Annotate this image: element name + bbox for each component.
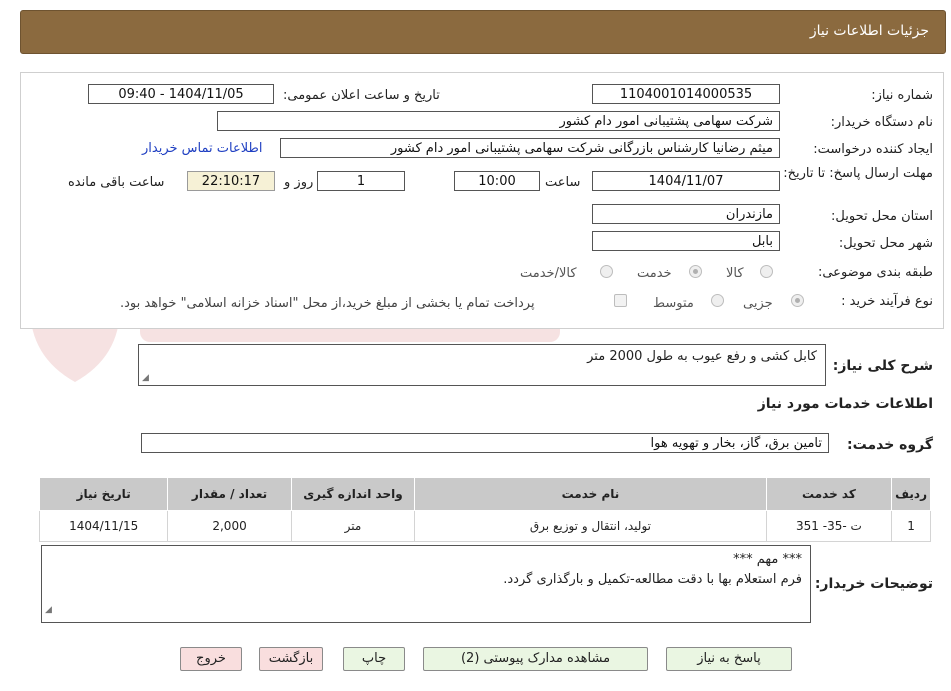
col-service-name: نام خدمت <box>414 477 767 511</box>
remaining-time-label: ساعت باقی مانده <box>68 175 165 190</box>
process-medium-radio[interactable] <box>711 294 724 307</box>
category-goods-label: کالا <box>726 266 744 281</box>
page-header: جزئیات اطلاعات نیاز <box>20 10 946 54</box>
col-service-code: کد خدمت <box>765 477 893 511</box>
deadline-time-label: ساعت <box>545 175 581 190</box>
cell-quantity: 2,000 <box>167 510 292 542</box>
category-goods-service-radio[interactable] <box>600 265 613 278</box>
cell-service-name: تولید، انتقال و توزیع برق <box>414 510 767 542</box>
cell-service-code: ت -35- 351 <box>765 510 893 542</box>
services-table: ردیف کد خدمت نام خدمت واحد اندازه گیری ت… <box>38 477 931 542</box>
service-group-label: گروه خدمت: <box>847 437 933 453</box>
page-title: جزئیات اطلاعات نیاز <box>809 23 929 39</box>
reply-button[interactable]: پاسخ به نیاز <box>666 647 792 671</box>
summary-textarea[interactable]: کابل کشی و رفع عیوب به طول 2000 متر ◢ <box>138 344 826 386</box>
process-type-label: نوع فرآیند خرید : <box>841 294 933 309</box>
process-medium-label: متوسط <box>653 296 694 311</box>
buyer-notes-line1: *** مهم *** <box>733 552 802 567</box>
services-section-title: اطلاعات خدمات مورد نیاز <box>757 396 933 412</box>
days-remaining-field: 1 <box>317 171 405 191</box>
buyer-contact-link[interactable]: اطلاعات تماس خریدار <box>142 141 262 156</box>
creator-label: ایجاد کننده درخواست: <box>813 142 933 157</box>
buyer-notes-textarea[interactable]: *** مهم *** فرم استعلام بها با دقت مطالع… <box>41 545 811 623</box>
category-label: طبقه بندی موضوعی: <box>817 265 933 280</box>
table-header-row: ردیف کد خدمت نام خدمت واحد اندازه گیری ت… <box>38 477 931 511</box>
category-goods-radio[interactable] <box>760 265 773 278</box>
buyer-notes-line2: فرم استعلام بها با دقت مطالعه-تکمیل و با… <box>503 572 802 587</box>
exit-button[interactable]: خروج <box>180 647 242 671</box>
process-minor-label: جزیی <box>743 296 773 311</box>
category-service-label: خدمت <box>637 266 672 281</box>
col-row-number: ردیف <box>891 477 931 511</box>
print-button[interactable]: چاپ <box>343 647 405 671</box>
deadline-time-field: 10:00 <box>454 171 540 191</box>
buyer-notes-label: توضیحات خریدار: <box>814 576 933 592</box>
need-number-label: شماره نیاز: <box>871 88 933 103</box>
treasury-payment-checkbox[interactable] <box>614 294 627 307</box>
city-label: شهر محل تحویل: <box>838 236 933 251</box>
province-field: مازندران <box>592 204 780 224</box>
buyer-org-label: نام دستگاه خریدار: <box>830 115 933 130</box>
buyer-org-field: شرکت سهامی پشتیبانی امور دام کشور <box>217 111 780 131</box>
province-label: استان محل تحویل: <box>831 209 933 224</box>
view-attachments-button[interactable]: مشاهده مدارک پیوستی (2) <box>423 647 648 671</box>
treasury-payment-note: پرداخت تمام یا بخشی از مبلغ خرید،از محل … <box>120 296 535 311</box>
deadline-date-field: 1404/11/07 <box>592 171 780 191</box>
announce-datetime-field: 1404/11/05 - 09:40 <box>88 84 274 104</box>
cell-need-date: 1404/11/15 <box>38 510 169 542</box>
creator-field: میثم رضانیا کارشناس بازرگانی شرکت سهامی … <box>280 138 780 158</box>
summary-label: شرح کلی نیاز: <box>832 358 933 374</box>
city-field: بابل <box>592 231 780 251</box>
back-button[interactable]: بازگشت <box>259 647 323 671</box>
cell-unit: متر <box>290 510 416 542</box>
resize-grip-icon: ◢ <box>142 373 149 383</box>
summary-text: کابل کشی و رفع عیوب به طول 2000 متر <box>587 349 817 364</box>
col-quantity: تعداد / مقدار <box>167 477 292 511</box>
table-row: 1 ت -35- 351 تولید، انتقال و توزیع برق م… <box>38 510 931 542</box>
col-need-date: تاریخ نیاز <box>38 477 169 511</box>
process-minor-radio[interactable] <box>791 294 804 307</box>
remaining-time-field: 22:10:17 <box>187 171 275 191</box>
col-unit: واحد اندازه گیری <box>290 477 416 511</box>
resize-grip-icon: ◢ <box>45 605 52 615</box>
category-service-radio[interactable] <box>689 265 702 278</box>
announce-datetime-label: تاریخ و ساعت اعلان عمومی: <box>283 88 440 103</box>
cell-row-number: 1 <box>891 510 931 542</box>
need-number-field: 1104001014000535 <box>592 84 780 104</box>
days-label: روز و <box>284 175 314 190</box>
service-group-field: تامین برق، گاز، بخار و تهویه هوا <box>141 433 829 453</box>
category-goods-service-label: کالا/خدمت <box>520 266 577 281</box>
deadline-label: مهلت ارسال پاسخ: تا تاریخ: <box>783 166 933 181</box>
